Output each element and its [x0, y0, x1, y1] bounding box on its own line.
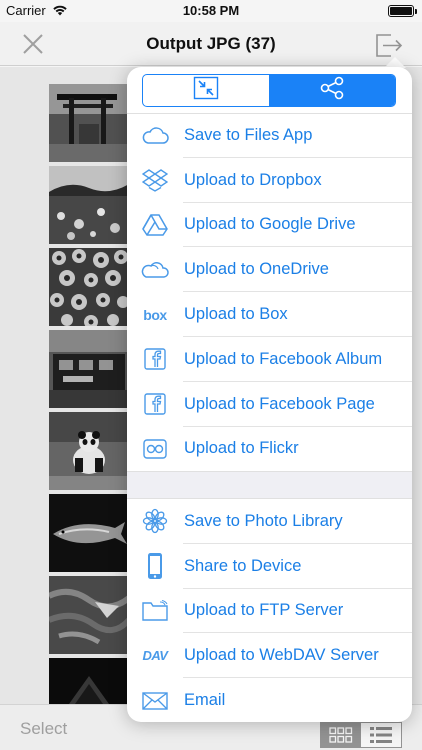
share-icon [319, 76, 345, 105]
menu-item-email[interactable]: Email [127, 678, 412, 723]
phone-icon [141, 552, 169, 580]
section-separator [127, 471, 412, 499]
cloud-upload-list: Save to Files App Upload to Dropbox Uplo… [127, 113, 412, 471]
export-icon[interactable] [374, 29, 404, 59]
box-icon: box [141, 301, 169, 329]
menu-item-ftp[interactable]: Upload to FTP Server [127, 589, 412, 634]
menu-item-flickr[interactable]: Upload to Flickr [127, 427, 412, 472]
mode-segmented-control [142, 74, 396, 107]
menu-item-files-app[interactable]: Save to Files App [127, 113, 412, 158]
battery-icon [388, 5, 417, 17]
segment-resize[interactable] [143, 75, 269, 106]
menu-item-label: Upload to Dropbox [184, 170, 322, 189]
menu-item-box[interactable]: box Upload to Box [127, 292, 412, 337]
select-button[interactable]: Select [20, 719, 67, 739]
menu-item-label: Share to Device [184, 556, 302, 575]
grid-view-icon[interactable] [321, 723, 361, 747]
photos-flower-icon [141, 507, 169, 535]
segment-share[interactable] [269, 75, 395, 106]
facebook-icon [141, 390, 169, 418]
onedrive-icon [141, 256, 169, 284]
menu-item-google-drive[interactable]: Upload to Google Drive [127, 203, 412, 248]
menu-item-label: Upload to Facebook Album [184, 349, 383, 368]
image-thumbnail[interactable] [49, 166, 129, 244]
image-thumbnail[interactable] [49, 248, 129, 326]
image-thumbnail[interactable] [49, 576, 129, 654]
clock: 10:58 PM [182, 3, 240, 18]
flickr-icon [141, 435, 169, 463]
menu-item-webdav[interactable]: DAV Upload to WebDAV Server [127, 633, 412, 678]
menu-item-label: Upload to FTP Server [184, 601, 344, 620]
menu-item-onedrive[interactable]: Upload to OneDrive [127, 247, 412, 292]
menu-item-photo-library[interactable]: Save to Photo Library [127, 499, 412, 544]
menu-item-label: Upload to WebDAV Server [184, 646, 379, 665]
menu-item-label: Upload to OneDrive [184, 260, 329, 279]
navigation-bar: Output JPG (37) [0, 22, 422, 66]
google-drive-icon [141, 211, 169, 239]
image-thumbnail[interactable] [49, 494, 129, 572]
cloud-icon [141, 121, 169, 149]
facebook-icon [141, 345, 169, 373]
envelope-icon [141, 687, 169, 715]
menu-item-label: Upload to Flickr [184, 439, 299, 458]
image-thumbnail[interactable] [49, 412, 129, 490]
image-thumbnail[interactable] [49, 84, 129, 162]
device-share-list: Save to Photo Library Share to Device Up… [127, 499, 412, 723]
image-thumbnail[interactable] [49, 658, 129, 704]
box-icon-text: box [143, 306, 167, 323]
menu-item-label: Save to Photo Library [184, 511, 343, 530]
share-popover: Save to Files App Upload to Dropbox Uplo… [127, 67, 412, 722]
list-view-icon[interactable] [361, 723, 401, 747]
menu-item-label: Upload to Facebook Page [184, 394, 375, 413]
webdav-icon: DAV [141, 642, 169, 670]
folder-icon [141, 597, 169, 625]
menu-item-facebook-album[interactable]: Upload to Facebook Album [127, 337, 412, 382]
menu-item-label: Email [184, 691, 226, 710]
menu-item-share-device[interactable]: Share to Device [127, 544, 412, 589]
image-thumbnail[interactable] [49, 330, 129, 408]
view-mode-toggle [320, 722, 402, 748]
menu-item-facebook-page[interactable]: Upload to Facebook Page [127, 382, 412, 427]
status-bar: Carrier 10:58 PM [0, 0, 422, 22]
resize-icon [193, 76, 219, 105]
menu-item-label: Upload to Google Drive [184, 215, 356, 234]
page-title: Output JPG (37) [146, 34, 276, 53]
menu-item-dropbox[interactable]: Upload to Dropbox [127, 158, 412, 203]
webdav-icon-text: DAV [142, 648, 168, 664]
menu-item-label: Save to Files App [184, 125, 313, 144]
battery-fill [390, 7, 412, 15]
dropbox-icon [141, 166, 169, 194]
menu-item-label: Upload to Box [184, 305, 288, 324]
